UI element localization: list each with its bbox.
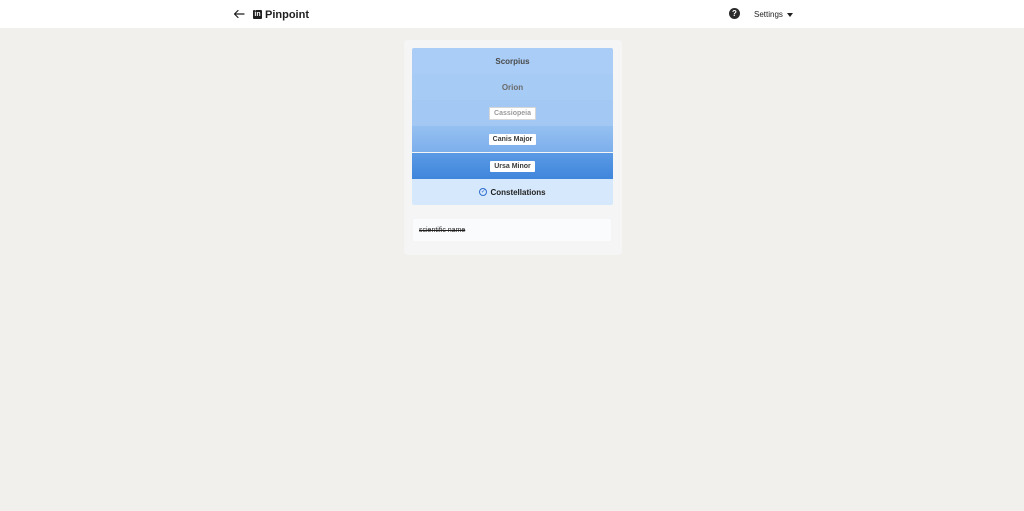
stack-row-label: Cassiopeia [489, 106, 536, 120]
stack-row-label: Ursa Minor [490, 160, 535, 172]
category-label: Constellations [490, 187, 546, 197]
top-bar: in Pinpoint ? Settings [0, 0, 1024, 28]
stack-row[interactable]: Scorpius [412, 48, 613, 74]
arrow-left-icon [233, 9, 245, 19]
back-button[interactable] [231, 6, 246, 22]
brand[interactable]: in Pinpoint [253, 7, 309, 22]
stack-row-label: Scorpius [495, 56, 530, 66]
app-title: Pinpoint [265, 8, 309, 21]
linkedin-icon: in [253, 10, 262, 19]
stack-row-label: Canis Major [488, 133, 537, 145]
stack-row[interactable]: Cassiopeia [412, 100, 613, 126]
settings-menu[interactable]: Settings [754, 9, 793, 20]
stack-row[interactable]: Canis Major [412, 126, 613, 152]
settings-label: Settings [754, 10, 783, 19]
help-icon[interactable]: ? [729, 8, 740, 19]
caret-down-icon [786, 12, 793, 17]
answer-stack: Ursa Minor Canis Major Cassiopeia Orion Scor… [412, 48, 613, 205]
stack-row[interactable]: Orion [412, 74, 613, 100]
guess-input-value: scientific name [419, 226, 466, 234]
stack-row-label: Orion [501, 82, 524, 92]
guess-input[interactable]: scientific name [413, 219, 611, 241]
stack-row[interactable]: Ursa Minor [412, 153, 613, 179]
category-row: ✓ Constellations [412, 179, 613, 205]
check-circle-icon: ✓ [479, 188, 488, 196]
